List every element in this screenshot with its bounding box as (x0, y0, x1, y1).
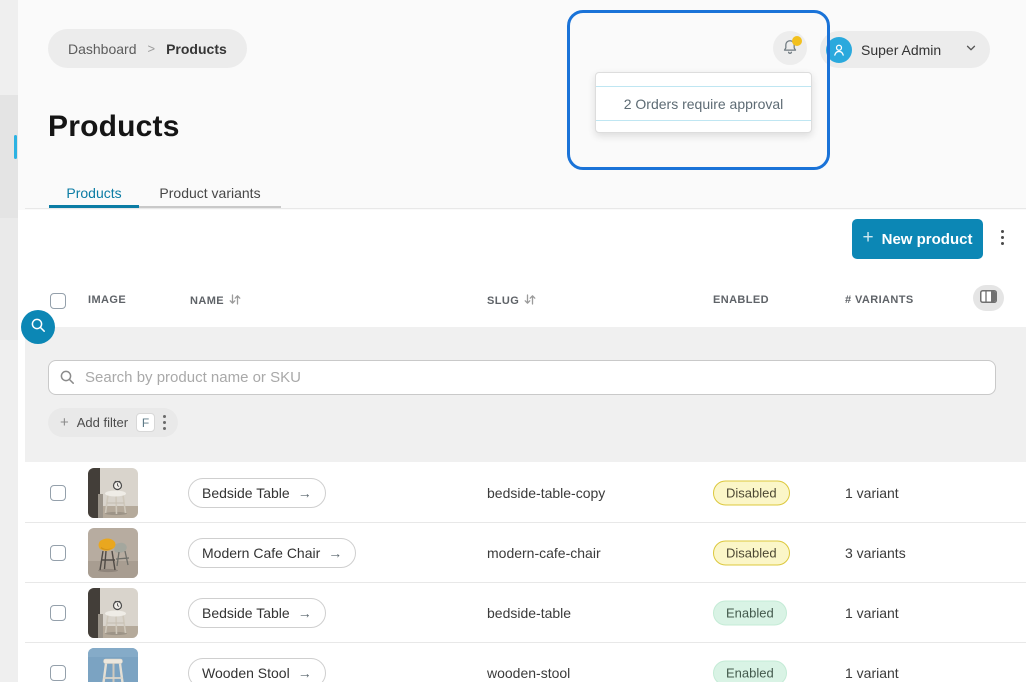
notifications-popup: 2 Orders require approval (595, 72, 812, 133)
column-header-name[interactable]: NAME (190, 294, 241, 308)
columns-icon (980, 290, 997, 306)
status-badge: Enabled (713, 600, 787, 625)
column-header-variants: # VARIANTS (845, 294, 914, 306)
tab-product-variants[interactable]: Product variants (139, 180, 281, 206)
plus-icon: + (863, 227, 874, 249)
sort-icon[interactable] (524, 294, 536, 308)
variant-count: 1 variant (845, 665, 899, 681)
row-checkbox[interactable] (50, 665, 66, 681)
arrow-right-icon: → (298, 605, 312, 621)
keyboard-shortcut-badge: F (136, 413, 155, 432)
plus-icon: + (60, 414, 69, 431)
product-slug: wooden-stool (487, 665, 570, 681)
row-checkbox[interactable] (50, 605, 66, 621)
breadcrumb: Dashboard > Products (48, 29, 247, 68)
status-badge: Disabled (713, 480, 790, 505)
column-header-image: IMAGE (88, 294, 126, 306)
status-badge: Disabled (713, 540, 790, 565)
search-fab-button[interactable] (21, 310, 55, 344)
add-filter-button[interactable]: + Add filter F (48, 408, 178, 437)
arrow-right-icon: → (298, 665, 312, 681)
sort-icon[interactable] (229, 294, 241, 308)
product-image (88, 528, 138, 578)
search-field-wrap (48, 360, 996, 395)
variant-count: 1 variant (845, 605, 899, 621)
variant-count: 1 variant (845, 485, 899, 501)
breadcrumb-dashboard[interactable]: Dashboard (68, 41, 137, 57)
column-header-slug[interactable]: SLUG (487, 294, 536, 308)
tabs-divider (25, 208, 1026, 209)
products-admin-screen: Dashboard > Products Super Admin (0, 0, 1026, 682)
product-slug: bedside-table (487, 605, 571, 621)
notification-dot (792, 36, 802, 46)
status-badge: Enabled (713, 660, 787, 682)
breadcrumb-products[interactable]: Products (166, 41, 227, 57)
arrow-right-icon: → (328, 545, 342, 561)
arrow-right-icon: → (298, 485, 312, 501)
product-name-link[interactable]: Modern Cafe Chair → (188, 538, 356, 568)
toolbar-kebab-menu[interactable] (1001, 230, 1004, 245)
table-row: Bedside Table → bedside-table Enabled 1 … (25, 583, 1026, 643)
sidebar-active-indicator (14, 135, 17, 159)
sidebar-section (0, 218, 18, 340)
product-table-body: Bedside Table → bedside-table-copy Disab… (25, 463, 1026, 682)
filter-kebab-menu[interactable] (163, 415, 166, 430)
new-product-button[interactable]: + New product (852, 219, 983, 259)
notification-item[interactable]: 2 Orders require approval (596, 86, 811, 121)
product-image (88, 648, 138, 682)
collapsed-sidebar[interactable] (0, 0, 18, 682)
avatar (826, 37, 852, 63)
table-row: Modern Cafe Chair → modern-cafe-chair Di… (25, 523, 1026, 583)
product-name-link[interactable]: Wooden Stool → (188, 658, 326, 682)
tab-products[interactable]: Products (49, 180, 139, 206)
user-menu[interactable]: Super Admin (820, 31, 990, 68)
column-settings-button[interactable] (973, 285, 1004, 311)
product-slug: bedside-table-copy (487, 485, 605, 501)
page-title: Products (48, 110, 180, 144)
product-slug: modern-cafe-chair (487, 545, 601, 561)
row-checkbox[interactable] (50, 485, 66, 501)
product-image (88, 468, 138, 518)
search-icon (30, 317, 47, 337)
notifications-button[interactable] (773, 31, 807, 65)
search-input[interactable] (48, 360, 996, 395)
product-name-link[interactable]: Bedside Table → (188, 478, 326, 508)
select-all-checkbox[interactable] (50, 293, 66, 309)
breadcrumb-separator-icon: > (148, 41, 156, 56)
column-header-enabled: ENABLED (713, 294, 769, 306)
user-name: Super Admin (861, 42, 955, 58)
product-name-link[interactable]: Bedside Table → (188, 598, 326, 628)
table-row: Bedside Table → bedside-table-copy Disab… (25, 463, 1026, 523)
variant-count: 3 variants (845, 545, 906, 561)
chevron-down-icon (964, 41, 978, 58)
search-icon (59, 369, 76, 386)
table-row: Wooden Stool → wooden-stool Enabled 1 va… (25, 643, 1026, 682)
product-image (88, 588, 138, 638)
row-checkbox[interactable] (50, 545, 66, 561)
